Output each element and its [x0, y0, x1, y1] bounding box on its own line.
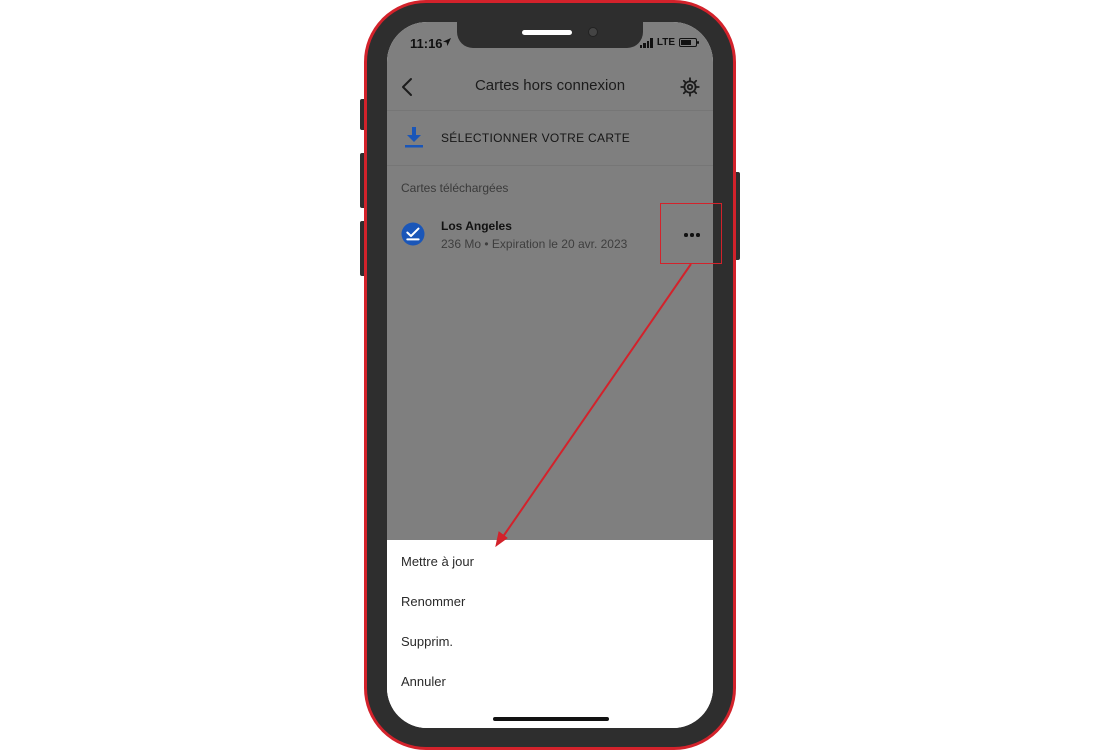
stage: 11:16 LTE Cartes hors connexion SÉLECTIO… — [0, 0, 1100, 750]
annotation-arrow — [495, 263, 692, 548]
